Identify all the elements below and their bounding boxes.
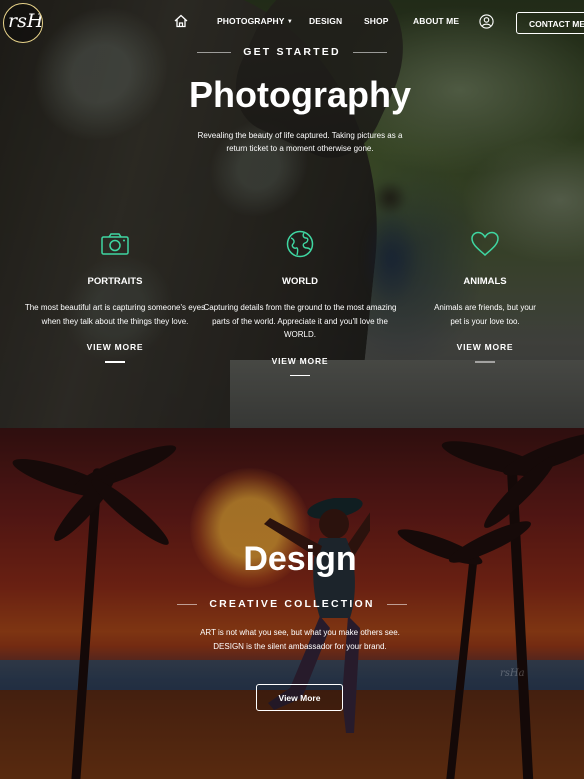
feature-title: WORLD bbox=[282, 276, 318, 287]
main-nav: PHOTOGRAPHY ▼ DESIGN SHOP ABOUT ME CONTA… bbox=[0, 11, 584, 34]
divider-line bbox=[386, 603, 407, 605]
nav-item-shop[interactable]: SHOP bbox=[364, 16, 389, 26]
design-section: Design CREATIVE COLLECTION ART is not wh… bbox=[0, 428, 584, 779]
feature-title: ANIMALS bbox=[463, 276, 507, 287]
design-description: ART is not what you see, but what you ma… bbox=[0, 626, 584, 654]
view-more-link-portraits[interactable]: VIEW MORE bbox=[87, 342, 144, 352]
nav-item-design[interactable]: DESIGN bbox=[309, 16, 342, 26]
view-more-button[interactable]: View More bbox=[256, 684, 343, 711]
nav-item-photography-label: PHOTOGRAPHY bbox=[217, 16, 285, 26]
hero-eyebrow-text: GET STARTED bbox=[243, 46, 341, 58]
view-more-link-animals[interactable]: VIEW MORE bbox=[457, 342, 514, 352]
feature-description: Animals are friends, but your pet is you… bbox=[434, 303, 536, 326]
hero-title: Photography bbox=[189, 74, 411, 115]
hero-description: Revealing the beauty of life captured. T… bbox=[197, 131, 403, 153]
feature-animals: ANIMALS Animals are friends, but your pe… bbox=[385, 229, 584, 363]
link-underline bbox=[290, 374, 310, 376]
design-description-line-1: ART is not what you see, but what you ma… bbox=[200, 628, 400, 637]
feature-portraits: PORTRAITS The most beautiful art is capt… bbox=[15, 229, 215, 363]
camera-icon bbox=[101, 233, 129, 255]
feature-description: The most beautiful art is capturing some… bbox=[24, 303, 206, 326]
design-eyebrow: CREATIVE COLLECTION bbox=[0, 598, 584, 610]
chevron-down-icon: ▼ bbox=[286, 19, 293, 25]
watermark-logo: rsHa bbox=[500, 668, 525, 679]
feature-world: WORLD Capturing details from the ground … bbox=[200, 229, 400, 376]
design-eyebrow-text: CREATIVE COLLECTION bbox=[209, 598, 375, 610]
view-more-link-world[interactable]: VIEW MORE bbox=[272, 356, 329, 366]
heart-icon bbox=[471, 231, 499, 256]
link-underline bbox=[105, 361, 125, 363]
user-icon[interactable] bbox=[479, 14, 494, 29]
contact-me-button[interactable]: CONTACT ME bbox=[516, 12, 584, 34]
divider-line bbox=[177, 603, 198, 605]
feature-title: PORTRAITS bbox=[87, 276, 143, 287]
home-icon[interactable] bbox=[173, 13, 189, 29]
design-description-line-2: DESIGN is the silent ambassador for your… bbox=[213, 642, 387, 651]
design-title: Design bbox=[243, 540, 357, 578]
nav-item-photography[interactable]: PHOTOGRAPHY ▼ bbox=[217, 16, 293, 26]
globe-icon bbox=[286, 230, 314, 258]
hero-eyebrow: GET STARTED bbox=[0, 46, 584, 58]
divider-line bbox=[197, 51, 232, 53]
link-underline bbox=[475, 361, 495, 363]
hero-section: rsHa PHOTOGRAPHY ▼ DESIGN SHOP ABOUT ME … bbox=[0, 0, 584, 428]
divider-line bbox=[352, 51, 387, 53]
nav-item-about-me[interactable]: ABOUT ME bbox=[413, 16, 459, 26]
feature-description: Capturing details from the ground to the… bbox=[203, 303, 397, 339]
